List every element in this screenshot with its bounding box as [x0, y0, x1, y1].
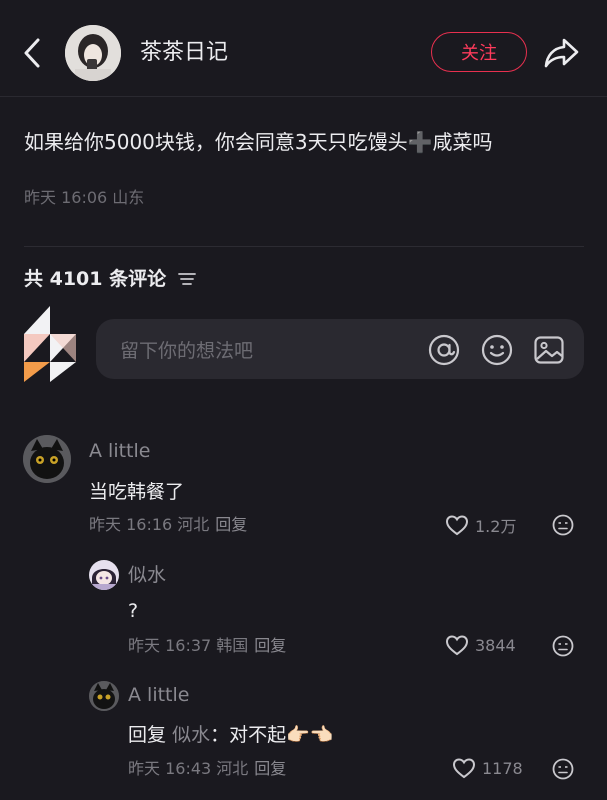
comment-time-location: 昨天 16:16 河北 — [89, 515, 210, 534]
comment-time-location: 昨天 16:37 韩国 — [128, 636, 249, 655]
commenter-name[interactable]: A little — [89, 438, 150, 464]
comment-text: 回复 似水：对不起👉🏻👈🏻 — [128, 721, 333, 749]
reply-text: ：对不起👉🏻👈🏻 — [210, 724, 334, 746]
like-count: 1.2万 — [475, 517, 517, 536]
dislike-face-icon[interactable] — [552, 635, 574, 657]
author-avatar-image — [65, 25, 121, 81]
comment-meta: 昨天 16:43 河北 回复 — [128, 758, 286, 780]
reply-button[interactable]: 回复 — [254, 759, 286, 778]
dislike-face-icon[interactable] — [552, 514, 574, 536]
like-button[interactable]: 1178 — [452, 757, 523, 779]
comment-input-placeholder: 留下你的想法吧 — [120, 339, 254, 362]
commenter-name[interactable]: A little — [128, 682, 189, 708]
commenter-name[interactable]: 似水 — [128, 562, 166, 588]
commenter-avatar[interactable] — [89, 681, 119, 711]
comment-text: 当吃韩餐了 — [89, 481, 185, 503]
post-text: 如果给你5000块钱，你会同意3天只吃馒头➕咸菜吗 — [24, 130, 493, 154]
comment-meta: 昨天 16:16 河北 回复 — [89, 514, 247, 536]
share-button[interactable] — [542, 34, 582, 72]
reply-button[interactable]: 回复 — [254, 636, 286, 655]
author-avatar[interactable] — [65, 25, 121, 81]
back-button[interactable] — [14, 34, 50, 72]
smiley-icon[interactable] — [480, 333, 514, 367]
heart-icon — [452, 758, 476, 779]
reply-to-name[interactable]: 似水 — [172, 724, 210, 746]
like-button[interactable]: 3844 — [445, 634, 516, 656]
dislike-face-icon[interactable] — [552, 758, 574, 780]
post-meta: 昨天 16:06 山东 — [24, 188, 145, 207]
like-count: 1178 — [482, 758, 523, 778]
author-name[interactable]: 茶茶日记 — [140, 38, 228, 68]
follow-button[interactable]: 关注 — [431, 32, 527, 72]
black-cat-avatar-image — [89, 681, 119, 711]
header-divider — [0, 96, 607, 97]
heart-icon — [445, 515, 469, 536]
at-icon[interactable] — [427, 333, 461, 367]
heart-icon — [445, 635, 469, 656]
comments-count: 共 4101 条评论 — [24, 268, 167, 290]
black-cat-avatar-image — [23, 435, 71, 483]
chevron-left-icon — [24, 38, 40, 68]
share-arrow-icon — [544, 38, 579, 68]
anime-avatar-image — [89, 560, 119, 590]
comment-text: ? — [128, 600, 139, 622]
like-count: 3844 — [475, 635, 516, 655]
comment-time-location: 昨天 16:43 河北 — [128, 759, 249, 778]
commenter-avatar[interactable] — [89, 560, 119, 590]
app-logo — [24, 306, 76, 382]
reply-prefix: 回复 — [128, 724, 167, 746]
filter-lines-icon[interactable] — [178, 270, 196, 288]
image-icon[interactable] — [532, 333, 566, 367]
commenter-avatar[interactable] — [23, 435, 71, 483]
comment-meta: 昨天 16:37 韩国 回复 — [128, 635, 286, 657]
post-divider — [24, 246, 584, 247]
like-button[interactable]: 1.2万 — [445, 513, 516, 537]
reply-button[interactable]: 回复 — [215, 515, 247, 534]
